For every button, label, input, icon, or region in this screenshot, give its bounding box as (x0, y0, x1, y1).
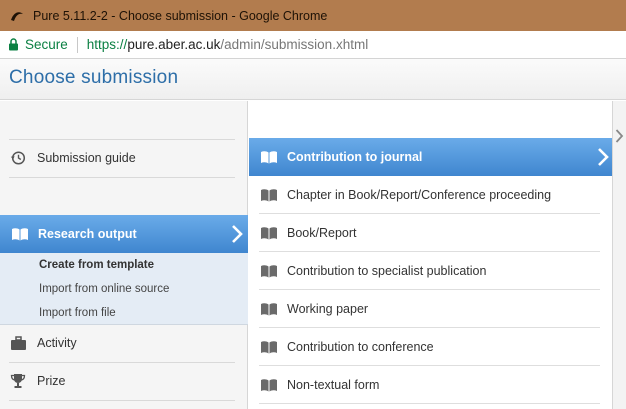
book-icon (260, 224, 278, 242)
template-list-item[interactable]: Working paper (259, 290, 600, 328)
book-icon (260, 300, 278, 318)
submission-guide-label: Submission guide (37, 151, 136, 165)
address-bar[interactable]: Secure https://pure.aber.ac.uk/admin/sub… (0, 31, 626, 59)
import-online-source-link[interactable]: Import from online source (39, 283, 169, 295)
template-list-item[interactable]: Contribution to specialist publication (259, 252, 600, 290)
template-list-item[interactable]: Non-textual form (259, 366, 600, 404)
import-from-file-link[interactable]: Import from file (39, 307, 116, 319)
template-contribution-to-journal[interactable]: Contribution to journal (249, 138, 614, 176)
activity-item[interactable]: Activity (9, 324, 235, 362)
window-titlebar: Pure 5.11.2-2 - Choose submission - Goog… (0, 0, 626, 31)
trophy-icon (9, 372, 27, 390)
book-icon (11, 225, 29, 243)
prize-label: Prize (37, 374, 66, 388)
template-label: Contribution to journal (287, 150, 423, 164)
template-list-item[interactable]: Book/Report (259, 214, 600, 252)
activity-label: Activity (37, 336, 77, 350)
briefcase-icon (9, 334, 27, 352)
url-host: pure.aber.ac.uk (127, 37, 221, 52)
research-output-label: Research output (38, 227, 137, 241)
template-list-item[interactable]: Chapter in Book/Report/Conference procee… (259, 176, 600, 214)
template-label: Contribution to conference (287, 339, 434, 354)
pure-logo-icon (11, 11, 23, 21)
submission-guide-item[interactable]: Submission guide (9, 139, 235, 177)
detail-column (612, 101, 626, 409)
history-icon (9, 149, 27, 167)
template-label: Non-textual form (287, 377, 380, 392)
template-label: Working paper (287, 301, 369, 316)
url-scheme: https:// (86, 37, 128, 52)
secure-label: Secure (25, 37, 68, 52)
research-output-item[interactable]: Research output (0, 215, 248, 253)
url-path: /admin/submission.xhtml (220, 37, 369, 52)
address-separator (76, 36, 78, 53)
chevron-right-icon[interactable] (615, 128, 624, 144)
book-icon (260, 262, 278, 280)
lock-icon (9, 38, 18, 51)
template-label: Chapter in Book/Report/Conference procee… (287, 187, 552, 202)
page-title: Choose submission (9, 67, 179, 88)
chevron-right-icon (598, 148, 609, 166)
book-icon (260, 338, 278, 356)
create-from-template-link[interactable]: Create from template (39, 259, 154, 271)
left-divider (9, 400, 235, 401)
template-list-item[interactable]: Contribution to conference (259, 328, 600, 366)
page-header: Choose submission (0, 59, 626, 100)
window-title: Pure 5.11.2-2 - Choose submission - Goog… (33, 8, 328, 23)
prize-item[interactable]: Prize (9, 362, 235, 400)
template-label: Book/Report (287, 225, 357, 240)
research-output-submenu: Create from template Import from online … (0, 253, 248, 325)
book-icon (260, 148, 278, 166)
left-divider (9, 177, 235, 178)
book-icon (260, 376, 278, 394)
book-icon (260, 186, 278, 204)
chevron-right-icon (232, 225, 243, 243)
template-label: Contribution to specialist publication (287, 263, 487, 278)
